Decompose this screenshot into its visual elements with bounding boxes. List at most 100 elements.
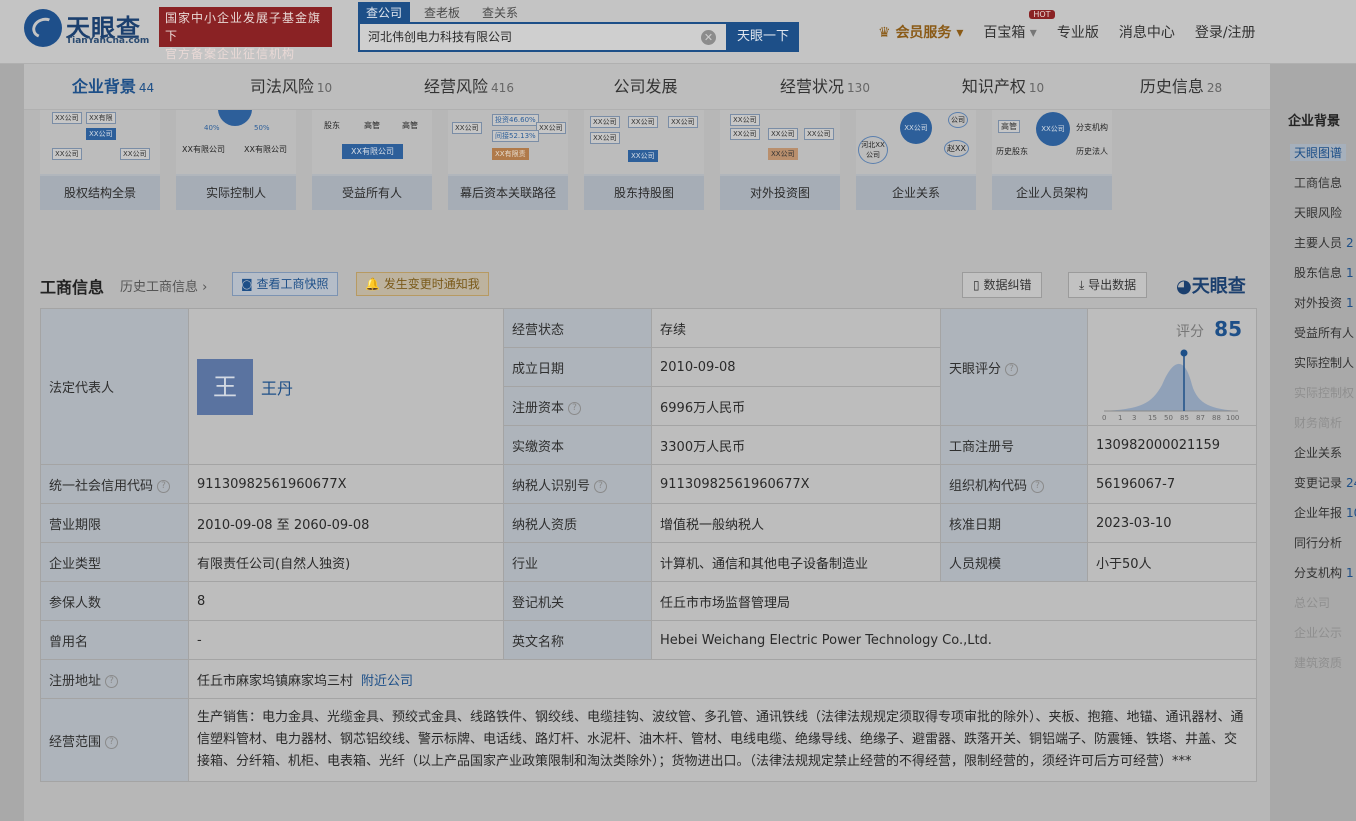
clear-search-icon[interactable]: ✕ xyxy=(701,30,716,45)
sidebar-item-key-people[interactable]: 主要人员 2 xyxy=(1294,234,1354,251)
sidebar-item-beneficiary[interactable]: 受益所有人 xyxy=(1294,324,1354,341)
help-icon[interactable]: ? xyxy=(1031,479,1045,493)
score-tick: 3 xyxy=(1132,414,1136,421)
help-icon[interactable]: ? xyxy=(594,479,608,493)
company-tabs: 企业背景 44 司法风险 10 经营风险 416 公司发展 经营状况 130 知识产权 1… xyxy=(24,64,1270,110)
message-center-link[interactable]: 消息中心 xyxy=(1119,22,1175,42)
sidebar-item-business-info[interactable]: 工商信息 xyxy=(1294,174,1342,191)
diagram-node: 50% xyxy=(254,124,270,132)
card-label: 受益所有人 xyxy=(312,176,432,210)
score-word: 评分 xyxy=(1176,324,1205,340)
tab-background[interactable]: 企业背景 44 xyxy=(24,64,202,109)
sidebar-item-label: 同行分析 xyxy=(1294,536,1343,550)
help-icon[interactable]: ? xyxy=(568,401,582,415)
diagram-node: XX有限责 xyxy=(492,148,529,160)
tab-development[interactable]: 公司发展 xyxy=(558,64,736,109)
history-info-link[interactable]: 历史工商信息 › xyxy=(120,276,207,295)
tab-ip[interactable]: 知识产权 10 xyxy=(914,64,1092,109)
sidebar-item-relations[interactable]: 企业关系 xyxy=(1294,444,1342,461)
legal-rep-name[interactable]: 王丹 xyxy=(261,379,293,398)
sidebar-item-controller[interactable]: 实际控制人 xyxy=(1294,354,1354,371)
card-preview: 股东 高管 高管 XX有限公司 xyxy=(312,110,432,174)
diagram-node: 历史股东 xyxy=(996,147,1028,156)
tab-judicial-risk[interactable]: 司法风险 10 xyxy=(202,64,380,109)
search-tab-boss[interactable]: 查老板 xyxy=(416,2,468,22)
sidebar-item-qualification[interactable]: 建筑资质 xyxy=(1294,654,1342,671)
card-preview: XX公司 公司 河北XX公司 赵XX xyxy=(856,110,976,174)
sidebar-item-label: 对外投资 xyxy=(1294,296,1343,310)
nearby-companies-link[interactable]: 附近公司 xyxy=(361,674,413,689)
treasure-label: 百宝箱 xyxy=(983,25,1026,41)
help-icon[interactable]: ? xyxy=(157,479,171,493)
help-icon[interactable]: ? xyxy=(105,674,119,688)
avatar[interactable]: 王 xyxy=(197,358,253,415)
diagram-node: 间接52.13% xyxy=(492,130,539,142)
scope-label: 经营范围 xyxy=(49,734,102,750)
notify-change-button[interactable]: 🔔 发生变更时通知我 xyxy=(356,272,489,296)
pro-version-link[interactable]: 专业版 xyxy=(1057,22,1099,42)
card-capital-path[interactable]: XX公司 投资46.60% XX公司 间接52.13% XX有限责 幕后资本关联… xyxy=(448,110,568,210)
score-label-cell: 天眼评分? xyxy=(940,308,1088,426)
right-sidebar: 企业背景 天眼图谱 工商信息 天眼风险 主要人员 2 股东信息 1 对外投资 1 受益… xyxy=(1278,110,1356,821)
sidebar-item-shareholders[interactable]: 股东信息 1 xyxy=(1294,264,1354,281)
sidebar-item-changes[interactable]: 变更记录24 xyxy=(1294,474,1356,491)
help-icon[interactable]: ? xyxy=(105,735,119,749)
site-logo[interactable]: 天眼查 TianYanCha.com xyxy=(22,6,152,48)
sidebar-item-annual-report[interactable]: 企业年报10 xyxy=(1294,504,1356,521)
login-register-link[interactable]: 登录/注册 xyxy=(1195,22,1256,42)
sidebar-item-investment[interactable]: 对外投资 1 xyxy=(1294,294,1354,311)
tab-operating-risk[interactable]: 经营风险 416 xyxy=(380,64,558,109)
diagram-node: XX公司 xyxy=(590,116,620,128)
view-snapshot-button[interactable]: ◙ 查看工商快照 xyxy=(232,272,338,296)
search-tab-company[interactable]: 查公司 xyxy=(358,2,411,22)
card-enterprise-relation[interactable]: XX公司 公司 河北XX公司 赵XX 企业关系 xyxy=(856,110,976,210)
card-shareholding[interactable]: XX公司 XX公司 XX公司 XX公司 XX公司 股东持股图 xyxy=(584,110,704,210)
eye-logo-icon xyxy=(24,9,62,47)
data-correction-button[interactable]: ▯ 数据纠错 xyxy=(962,272,1043,298)
search-button[interactable]: 天眼一下 xyxy=(727,22,799,52)
score-tick: 85 xyxy=(1180,414,1189,421)
diagram-node: XX公司 xyxy=(730,128,760,140)
sidebar-item-count: 1 xyxy=(1346,266,1354,280)
sidebar-item-public-notice[interactable]: 企业公示 xyxy=(1294,624,1342,641)
authority-value: 任丘市市场监督管理局 xyxy=(651,581,1257,621)
search-tab-relation[interactable]: 查关系 xyxy=(474,2,526,22)
section-title: 工商信息 xyxy=(40,278,105,297)
card-beneficial-owner[interactable]: 股东 高管 高管 XX有限公司 受益所有人 xyxy=(312,110,432,210)
tab-count: 10 xyxy=(1028,81,1045,95)
card-preview: 高管 XX公司 分支机构 历史股东 历史法人 xyxy=(992,110,1112,174)
paid-capital-value: 3300万人民币 xyxy=(651,425,941,465)
diagram-node: XX有限公司 xyxy=(244,145,287,154)
export-data-button[interactable]: ⤓ 导出数据 xyxy=(1068,272,1148,298)
sidebar-item-branches[interactable]: 分支机构 1 xyxy=(1294,564,1354,581)
graph-cards: XX公司 XX有限 XX公司 XX公司 XX公司 股权结构全景 40% 50% … xyxy=(40,110,1128,210)
diagram-node: XX有限公司 xyxy=(182,145,225,154)
search-input[interactable]: 河北伟创电力科技有限公司 ✕ xyxy=(358,22,728,52)
card-investment[interactable]: XX公司 XX公司 XX公司 XX公司 XX公司 对外投资图 xyxy=(720,110,840,210)
card-label: 幕后资本关联路径 xyxy=(448,176,568,210)
tab-count: 44 xyxy=(138,81,155,95)
sidebar-item-finance[interactable]: 财务简析 xyxy=(1294,414,1342,431)
treasure-box-menu[interactable]: 百宝箱 ▾ HOT xyxy=(983,10,1055,42)
tab-history[interactable]: 历史信息 28 xyxy=(1092,64,1270,109)
sidebar-item-risk[interactable]: 天眼风险 xyxy=(1294,204,1342,221)
sidebar-item-control-right[interactable]: 实际控制权 xyxy=(1294,384,1354,401)
reg-capital-label-cell: 注册资本? xyxy=(503,386,652,426)
diagram-node: XX有限 xyxy=(86,112,116,124)
help-icon[interactable]: ? xyxy=(1005,362,1019,376)
sidebar-item-peer-analysis[interactable]: 同行分析 xyxy=(1294,534,1342,551)
card-actual-controller[interactable]: 40% 50% XX有限公司 XX有限公司 实际控制人 xyxy=(176,110,296,210)
tab-operating-status[interactable]: 经营状况 130 xyxy=(736,64,914,109)
found-date-value: 2010-09-08 xyxy=(651,347,941,387)
sidebar-item-head-office[interactable]: 总公司 xyxy=(1294,594,1330,611)
sidebar-item-graph[interactable]: 天眼图谱 xyxy=(1290,144,1347,161)
card-equity-structure[interactable]: XX公司 XX有限 XX公司 XX公司 XX公司 股权结构全景 xyxy=(40,110,160,210)
bizreg-label: 工商注册号 xyxy=(940,425,1088,465)
top-header: 天眼查 TianYanCha.com 国家中小企业发展子基金旗下 官方备案企业征… xyxy=(0,0,1356,64)
score-tick: 50 xyxy=(1164,414,1173,421)
credit-code-label: 统一社会信用代码 xyxy=(49,478,154,494)
tab-label: 司法风险 xyxy=(249,77,314,96)
card-staff-structure[interactable]: 高管 XX公司 分支机构 历史股东 历史法人 企业人员架构 xyxy=(992,110,1112,210)
score-tick: 1 xyxy=(1118,414,1122,421)
vip-service-menu[interactable]: ♛ 会员服务 ▾ xyxy=(878,22,963,42)
